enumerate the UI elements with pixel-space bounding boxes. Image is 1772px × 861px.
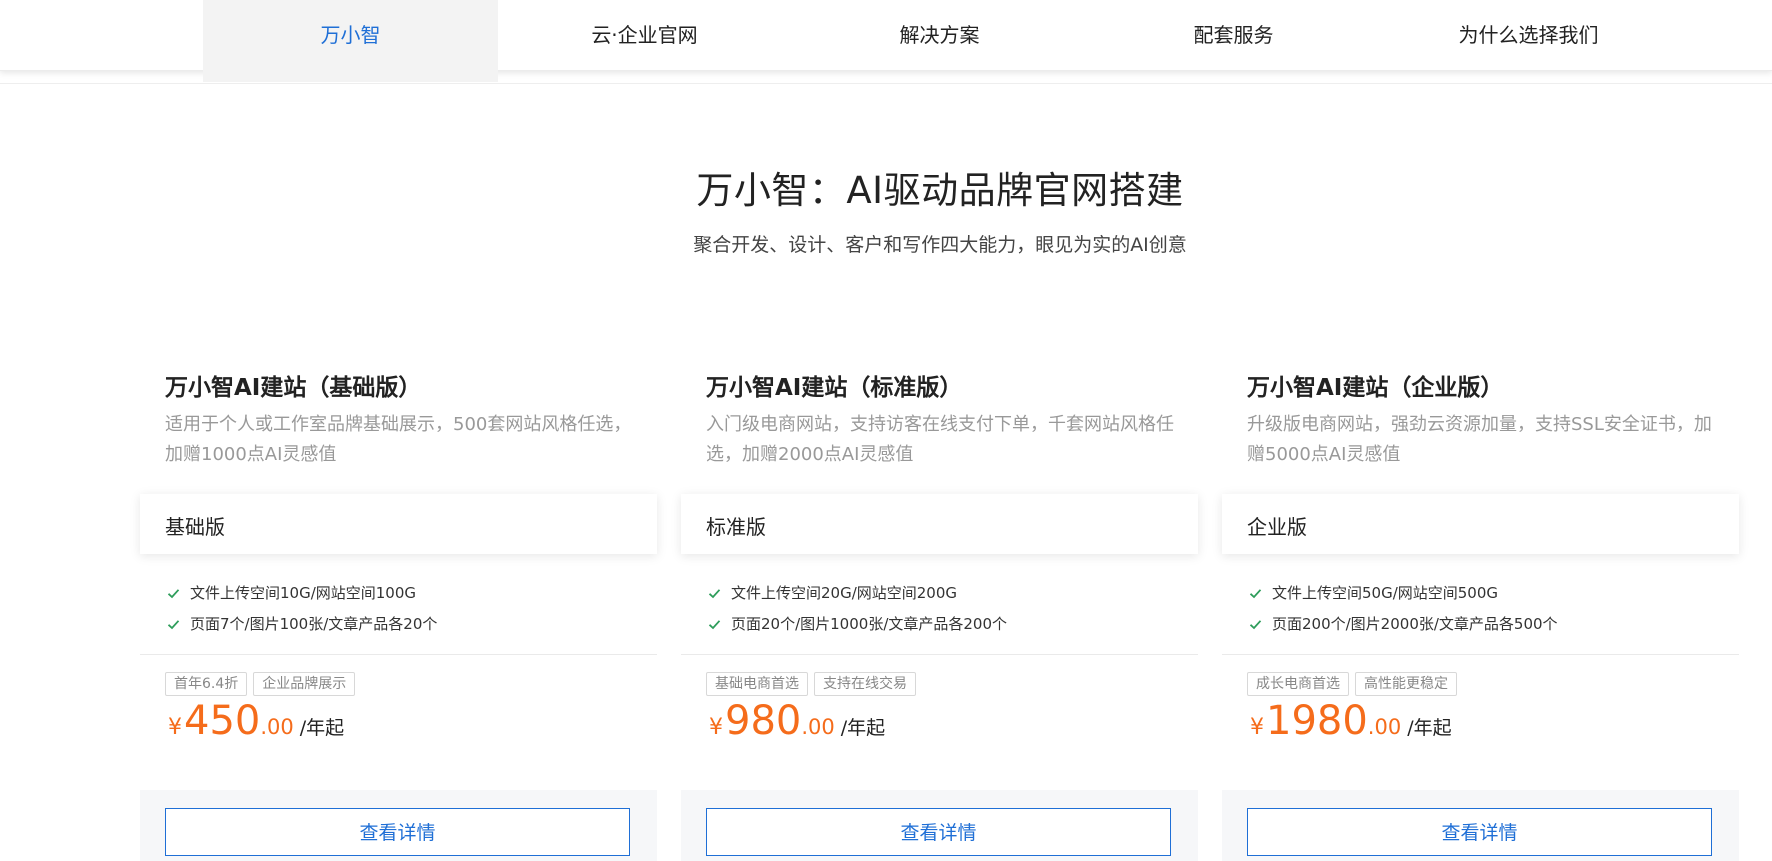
feature-list: 文件上传空间50G/网站空间500G 页面200个/图片2000张/文章产品各5…	[1247, 578, 1727, 640]
tag: 企业品牌展示	[253, 672, 356, 696]
feature-text: 文件上传空间10G/网站空间100G	[190, 584, 417, 602]
divider	[1222, 654, 1739, 655]
feature-text: 文件上传空间50G/网站空间500G	[1272, 584, 1499, 602]
plan-description: 入门级电商网站，支持访客在线支付下单，千套网站风格任选，加赠2000点AI灵感值	[706, 414, 1174, 465]
tag: 成长电商首选	[1247, 672, 1349, 696]
divider	[681, 654, 1198, 655]
tab-wanxiaozhi[interactable]: 万小智	[203, 0, 498, 82]
currency-symbol: ¥	[168, 715, 182, 740]
tag: 高性能更稳定	[1355, 672, 1457, 696]
edition-label: 企业版	[1247, 515, 1307, 539]
price: ¥980.00/年起	[709, 698, 885, 744]
price-unit: /年起	[1407, 717, 1452, 739]
check-icon	[708, 620, 721, 630]
feature-item: 页面20个/图片1000张/文章产品各200个	[706, 609, 1186, 640]
price-integer: 450	[184, 698, 261, 744]
feature-item: 页面7个/图片100张/文章产品各20个	[165, 609, 645, 640]
edition-label: 基础版	[165, 515, 225, 539]
tag: 支持在线交易	[814, 672, 916, 696]
price-integer: 980	[725, 698, 802, 744]
edition-selector[interactable]: 基础版	[140, 494, 657, 554]
view-details-button[interactable]: 查看详情	[706, 808, 1171, 856]
tab-services[interactable]: 配套服务	[1086, 0, 1381, 70]
view-details-button[interactable]: 查看详情	[165, 808, 630, 856]
tag-list: 成长电商首选 高性能更稳定	[1247, 672, 1463, 696]
page: 万小智 云·企业官网 解决方案 配套服务 为什么选择我们 万小智：AI驱动品牌官…	[0, 0, 1772, 861]
edition-label: 标准版	[706, 515, 766, 539]
edition-selector[interactable]: 标准版	[681, 494, 1198, 554]
card-footer: 查看详情	[140, 790, 657, 861]
divider	[140, 654, 657, 655]
feature-item: 页面200个/图片2000张/文章产品各500个	[1247, 609, 1727, 640]
edition-selector[interactable]: 企业版	[1222, 494, 1739, 554]
feature-list: 文件上传空间10G/网站空间100G 页面7个/图片100张/文章产品各20个	[165, 578, 645, 640]
view-details-button[interactable]: 查看详情	[1247, 808, 1712, 856]
price-integer: 1980	[1266, 698, 1368, 744]
check-icon	[708, 589, 721, 599]
plan-card-standard: 万小智AI建站（标准版） 入门级电商网站，支持访客在线支付下单，千套网站风格任选…	[681, 360, 1198, 861]
feature-text: 页面200个/图片2000张/文章产品各500个	[1272, 615, 1558, 633]
check-icon	[167, 589, 180, 599]
tag: 基础电商首选	[706, 672, 808, 696]
currency-symbol: ¥	[709, 715, 723, 740]
currency-symbol: ¥	[1250, 715, 1264, 740]
price-decimal: .00	[260, 715, 294, 739]
feature-text: 页面7个/图片100张/文章产品各20个	[190, 615, 438, 633]
feature-item: 文件上传空间50G/网站空间500G	[1247, 578, 1727, 609]
feature-item: 文件上传空间20G/网站空间200G	[706, 578, 1186, 609]
tab-solutions[interactable]: 解决方案	[792, 0, 1087, 70]
price-decimal: .00	[1367, 715, 1402, 739]
plan-title: 万小智AI建站（基础版）	[165, 375, 422, 401]
card-footer: 查看详情	[681, 790, 1198, 861]
plan-description: 适用于个人或工作室品牌基础展示，500套网站风格任选，加赠1000点AI灵感值	[165, 414, 632, 465]
feature-list: 文件上传空间20G/网站空间200G 页面20个/图片1000张/文章产品各20…	[706, 578, 1186, 640]
top-nav: 万小智 云·企业官网 解决方案 配套服务 为什么选择我们	[0, 0, 1772, 82]
check-icon	[167, 620, 180, 630]
price-unit: /年起	[840, 717, 886, 739]
plan-description: 升级版电商网站，强劲云资源加量，支持SSL安全证书，加赠5000点AI灵感值	[1247, 414, 1712, 465]
plan-title: 万小智AI建站（企业版）	[1247, 375, 1504, 401]
tab-why-us[interactable]: 为什么选择我们	[1381, 0, 1676, 70]
feature-text: 文件上传空间20G/网站空间200G	[731, 584, 958, 602]
feature-text: 页面20个/图片1000张/文章产品各200个	[731, 615, 1007, 633]
plan-card-basic: 万小智AI建站（基础版） 适用于个人或工作室品牌基础展示，500套网站风格任选，…	[140, 360, 657, 861]
price-unit: /年起	[299, 717, 345, 739]
plan-title: 万小智AI建站（标准版）	[706, 375, 963, 401]
tag-list: 基础电商首选 支持在线交易	[706, 672, 922, 696]
tag: 首年6.4折	[165, 672, 248, 696]
price-decimal: .00	[801, 715, 835, 739]
card-footer: 查看详情	[1222, 790, 1739, 861]
tab-cloud-enterprise-site[interactable]: 云·企业官网	[497, 0, 792, 70]
check-icon	[1249, 589, 1262, 599]
price: ¥450.00/年起	[168, 698, 344, 744]
page-subtitle: 聚合开发、设计、客户和写作四大能力，眼见为实的AI创意	[693, 234, 1187, 256]
feature-item: 文件上传空间10G/网站空间100G	[165, 578, 645, 609]
tag-list: 首年6.4折 企业品牌展示	[165, 672, 361, 696]
check-icon	[1249, 620, 1262, 630]
plan-card-enterprise: 万小智AI建站（企业版） 升级版电商网站，强劲云资源加量，支持SSL安全证书，加…	[1222, 360, 1739, 861]
price: ¥1980.00/年起	[1250, 698, 1452, 744]
nav-bottom-rule	[0, 83, 1772, 84]
page-title: 万小智：AI驱动品牌官网搭建	[696, 169, 1184, 212]
